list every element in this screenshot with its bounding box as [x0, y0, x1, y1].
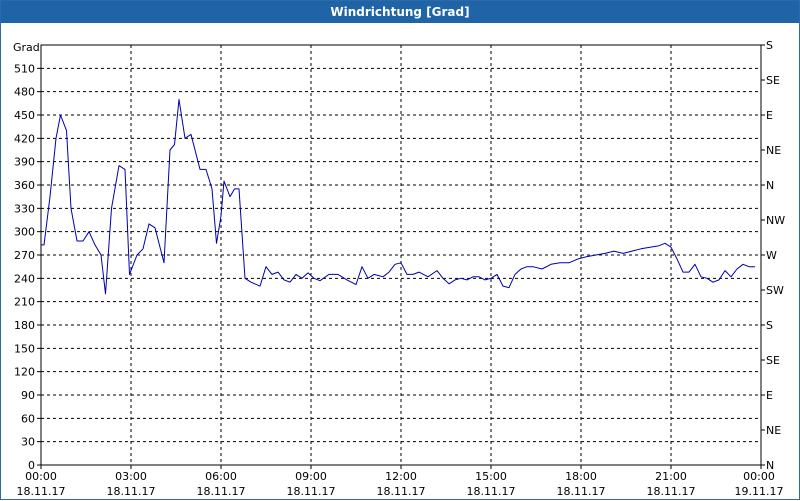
y-tick-label: 180	[14, 319, 35, 332]
right-tick-label: E	[766, 389, 773, 402]
right-tick-label: S	[766, 319, 773, 332]
y-tick-label: 510	[14, 62, 35, 75]
x-tick-time: 03:00	[115, 470, 147, 483]
series-line	[41, 98, 755, 295]
x-tick-date: 18.11.17	[377, 485, 426, 498]
right-tick-label: NE	[766, 424, 781, 437]
y-tick-label: 300	[14, 226, 35, 239]
y-axis-label: Grad	[13, 41, 40, 54]
x-tick-time: 00:00	[25, 470, 57, 483]
y-tick-label: 360	[14, 179, 35, 192]
x-tick-date: 18.11.17	[287, 485, 336, 498]
y-tick-label: 90	[21, 389, 35, 402]
y-tick-label: 120	[14, 366, 35, 379]
right-tick-label: E	[766, 109, 773, 122]
y-tick-label: 210	[14, 296, 35, 309]
x-tick-date: 19.11.17	[735, 485, 784, 498]
x-tick-date: 18.11.17	[647, 485, 696, 498]
right-tick-label: W	[766, 249, 777, 262]
grid-lines	[41, 45, 761, 465]
chart-window: Windrichtung [Grad] 0 30 60 90 120 150 180 210 2…	[0, 0, 800, 500]
y-tick-label: 450	[14, 109, 35, 122]
x-tick-time: 00:00	[743, 470, 775, 483]
x-tick-time: 21:00	[655, 470, 687, 483]
right-tick-label: S	[766, 39, 773, 52]
y-tick-label: 150	[14, 342, 35, 355]
x-tick-time: 18:00	[565, 470, 597, 483]
y-axis-ticks: 0306090120150180210240270300330360390420…	[14, 62, 41, 472]
line-chart: 0306090120150180210240270300330360390420…	[13, 39, 785, 498]
y-tick-label: 270	[14, 249, 35, 262]
x-tick-time: 15:00	[475, 470, 507, 483]
x-tick-date: 18.11.17	[17, 485, 66, 498]
x-tick-time: 06:00	[205, 470, 237, 483]
right-tick-label: NW	[766, 214, 785, 227]
x-tick-date: 18.11.17	[467, 485, 516, 498]
right-axis-ticks: SSEENENNWWSWSSEENEN	[761, 39, 785, 472]
x-tick-date: 18.11.17	[107, 485, 156, 498]
y-tick-label: 30	[21, 436, 35, 449]
y-tick-label: 480	[14, 86, 35, 99]
right-tick-label: SW	[766, 284, 784, 297]
y-tick-label: 390	[14, 156, 35, 169]
y-tick-label: 420	[14, 132, 35, 145]
right-tick-label: SE	[766, 74, 780, 87]
x-axis-ticks: 00:00 18.11.17 03:00 18.11.17 06:00 18.11.17 0…	[17, 465, 784, 498]
x-tick-time: 09:00	[295, 470, 327, 483]
y-tick-label: 240	[14, 272, 35, 285]
right-tick-label: SE	[766, 354, 780, 367]
right-tick-label: NE	[766, 144, 781, 157]
series-layer	[41, 98, 755, 295]
right-tick-label: N	[766, 179, 774, 192]
y-tick-label: 60	[21, 412, 35, 425]
x-tick-date: 18.11.17	[197, 485, 246, 498]
y-tick-label: 330	[14, 202, 35, 215]
x-tick-time: 12:00	[385, 470, 417, 483]
x-tick-date: 18.11.17	[557, 485, 606, 498]
